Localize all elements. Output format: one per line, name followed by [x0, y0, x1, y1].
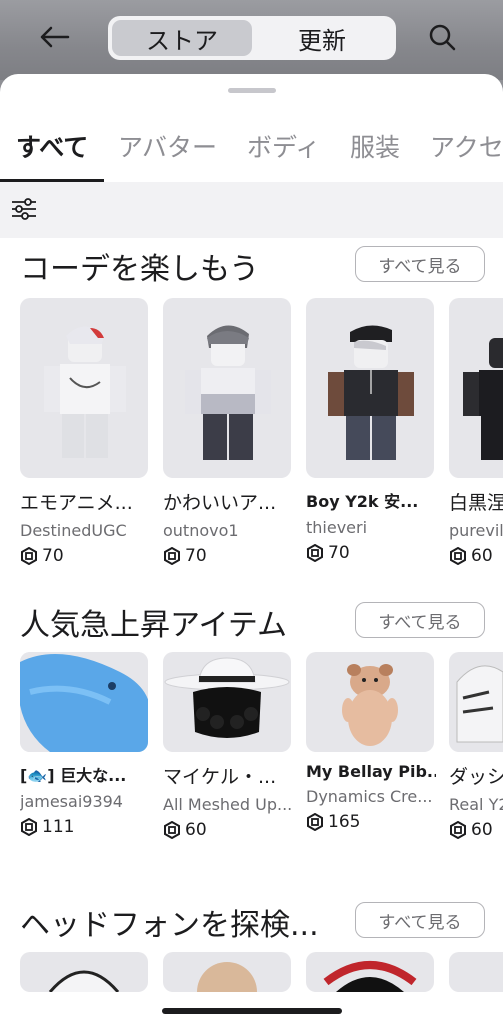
see-all-button[interactable]: すべて見る: [355, 602, 485, 638]
item-price: 60: [449, 820, 503, 840]
home-indicator[interactable]: [162, 1008, 342, 1014]
segment-updates[interactable]: 更新: [252, 20, 392, 56]
item-card[interactable]: [306, 952, 434, 992]
item-thumbnail: [306, 952, 434, 992]
robux-icon: [163, 547, 181, 565]
top-bar: ストア 更新: [0, 0, 503, 80]
robux-icon: [20, 547, 38, 565]
store-sheet: すべて アバター ボディ 服装 アクセ コーデを楽しもう すべて見る エモアニメ…: [0, 74, 503, 1024]
filter-button[interactable]: [8, 194, 40, 224]
price-value: 60: [471, 820, 493, 840]
arrow-left-icon: [40, 26, 70, 48]
robux-icon: [306, 544, 324, 562]
item-carousel: [0, 952, 503, 992]
back-button[interactable]: [36, 20, 72, 54]
section-title: 人気急上昇アイテム: [20, 608, 287, 643]
item-name: かわいいア...: [163, 492, 277, 514]
price-value: 70: [42, 546, 64, 566]
item-name: Boy Y2k 安...: [306, 492, 419, 511]
item-thumbnail: [163, 298, 291, 478]
item-thumbnail: [306, 298, 434, 478]
item-price: 70: [163, 546, 291, 566]
tab-accessories[interactable]: アクセ: [430, 128, 503, 164]
tab-all[interactable]: すべて: [16, 128, 88, 164]
item-creator: Real Y2: [449, 795, 503, 814]
item-name: ダッシ: [449, 766, 503, 788]
item-name: 白黒涅: [449, 492, 503, 514]
filter-bar: [0, 182, 503, 238]
item-name: [🐟] 巨大な...: [20, 766, 127, 785]
see-all-button[interactable]: すべて見る: [355, 246, 485, 282]
item-name: エモアニメ...: [20, 492, 133, 514]
item-creator: DestinedUGC: [20, 521, 127, 540]
item-creator: purevil: [449, 521, 503, 540]
item-card[interactable]: Boy Y2k 安... thieveri 70: [306, 298, 434, 563]
item-thumbnail: [20, 952, 148, 992]
item-name: マイケル・...: [163, 766, 277, 788]
item-card[interactable]: エモアニメ... DestinedUGC 70: [20, 298, 148, 566]
tab-avatar[interactable]: アバター: [118, 128, 217, 164]
item-creator: jamesai9394: [20, 792, 123, 811]
item-card[interactable]: My Bellay Pib... Dynamics Cre... 165: [306, 652, 436, 832]
price-value: 165: [328, 812, 361, 832]
item-creator: All Meshed Up...: [163, 795, 293, 814]
price-value: 111: [42, 817, 75, 837]
store-update-segmented-control: ストア 更新: [108, 16, 396, 60]
item-card[interactable]: かわいいア... outnovo1 70: [163, 298, 291, 566]
item-thumbnail: [449, 952, 503, 992]
item-card[interactable]: 白黒涅 purevil 60: [449, 298, 503, 566]
sheet-grabber[interactable]: [228, 88, 276, 93]
robux-icon: [306, 813, 324, 831]
item-thumbnail: [20, 298, 148, 478]
robux-icon: [449, 821, 467, 839]
search-icon: [429, 24, 456, 51]
price-value: 60: [185, 820, 207, 840]
see-all-button[interactable]: すべて見る: [355, 902, 485, 938]
item-name: My Bellay Pib...: [306, 762, 436, 781]
robux-icon: [20, 818, 38, 836]
search-button[interactable]: [424, 20, 460, 54]
item-card[interactable]: [449, 952, 503, 992]
category-tabs: すべて アバター ボディ 服装 アクセ: [0, 118, 503, 184]
sliders-icon: [12, 198, 36, 220]
item-card[interactable]: マイケル・... All Meshed Up... 60: [163, 652, 293, 840]
item-creator: thieveri: [306, 518, 368, 537]
item-card[interactable]: [🐟] 巨大な... jamesai9394 111: [20, 652, 148, 837]
price-value: 60: [471, 546, 493, 566]
segment-store[interactable]: ストア: [112, 20, 252, 56]
item-price: 70: [306, 543, 434, 563]
item-card[interactable]: [20, 952, 148, 992]
item-thumbnail: [449, 652, 503, 752]
price-value: 70: [328, 543, 350, 563]
item-price: 60: [163, 820, 291, 840]
item-price: 60: [449, 546, 503, 566]
item-card[interactable]: [163, 952, 291, 992]
item-creator: outnovo1: [163, 521, 239, 540]
item-thumbnail: [20, 652, 148, 752]
item-thumbnail: [449, 298, 503, 478]
item-thumbnail: [306, 652, 434, 752]
tab-clothing[interactable]: 服装: [350, 128, 400, 164]
tab-body[interactable]: ボディ: [247, 128, 320, 164]
item-price: 111: [20, 817, 148, 837]
item-card[interactable]: ダッシ Real Y2 60: [449, 652, 503, 840]
price-value: 70: [185, 546, 207, 566]
robux-icon: [163, 821, 181, 839]
item-price: 70: [20, 546, 148, 566]
item-carousel: [🐟] 巨大な... jamesai9394 111 マイケル・... All …: [0, 652, 503, 932]
item-carousel: エモアニメ... DestinedUGC 70 かわいいア... outnovo…: [0, 298, 503, 578]
item-creator: Dynamics Cre...: [306, 787, 433, 806]
robux-icon: [449, 547, 467, 565]
section-title: コーデを楽しもう: [20, 252, 260, 287]
item-thumbnail: [163, 952, 291, 992]
item-thumbnail: [163, 652, 291, 752]
item-price: 165: [306, 812, 434, 832]
section-title: ヘッドフォンを探検...: [20, 908, 319, 943]
